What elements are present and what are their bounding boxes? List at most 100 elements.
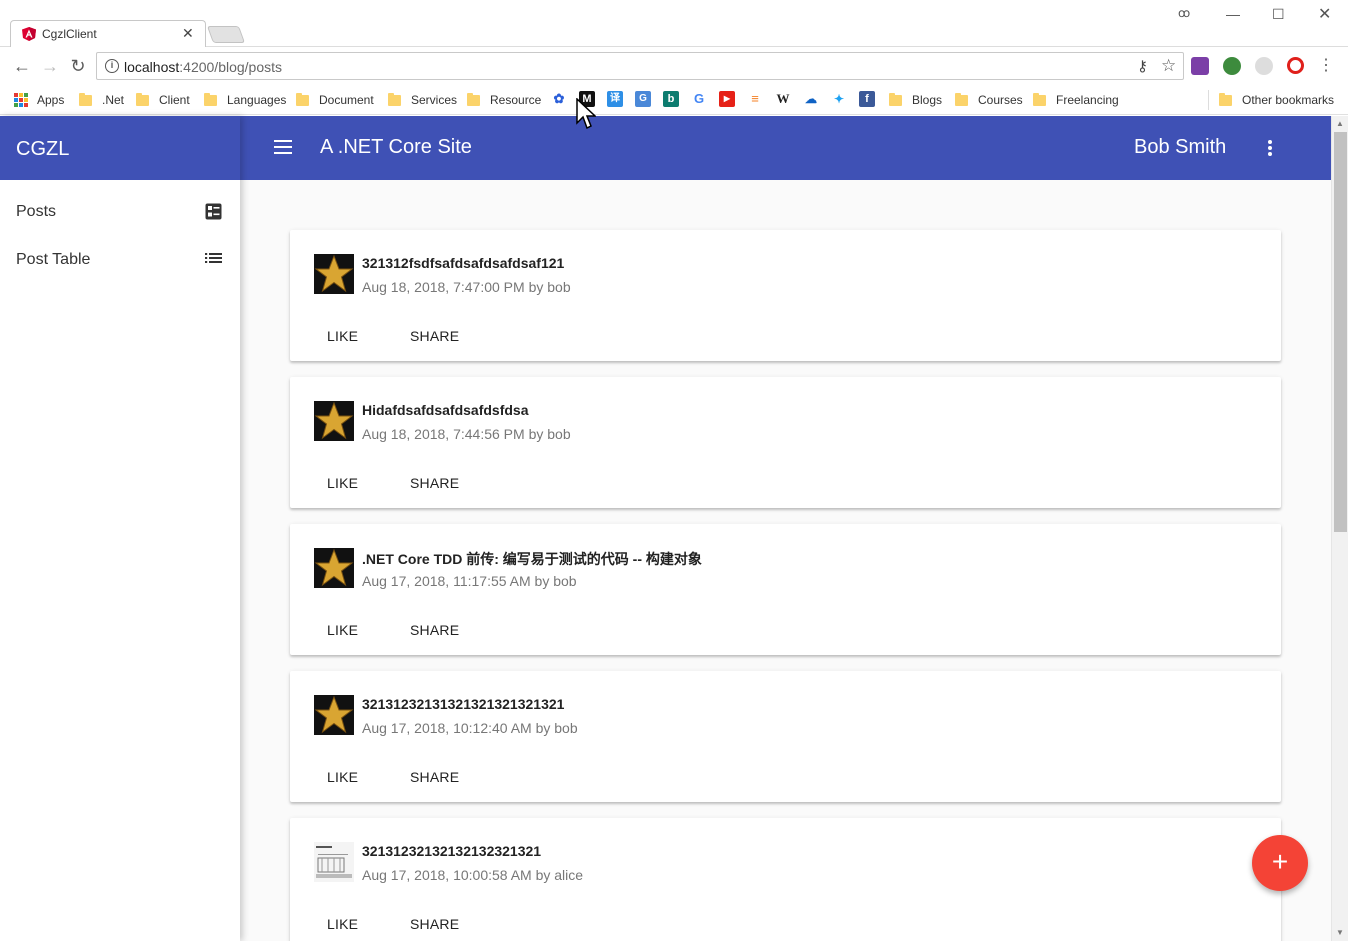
- like-button[interactable]: LIKE: [327, 328, 358, 344]
- browser-tabstrip: CgzlClient ✕ ꝏ — ☐ ✕: [0, 0, 1348, 48]
- post-card: Hidafdsafdsafdsafdsfdsa Aug 18, 2018, 7:…: [290, 377, 1281, 508]
- post-title[interactable]: 321312fsdfsafdsafdsafdsaf121: [362, 255, 564, 271]
- onenote-icon[interactable]: [1191, 57, 1209, 75]
- star-avatar-icon: [314, 254, 354, 294]
- star-avatar-icon: [314, 695, 354, 735]
- bookmark-folder-courses[interactable]: Courses: [955, 90, 1023, 110]
- twitter-icon[interactable]: ✦: [831, 91, 847, 107]
- maximize-icon[interactable]: ☐: [1272, 6, 1285, 23]
- scroll-down-icon[interactable]: ▼: [1336, 928, 1344, 937]
- star-avatar-icon: [314, 548, 354, 588]
- share-button[interactable]: SHARE: [410, 769, 459, 785]
- window-close-icon[interactable]: ✕: [1318, 4, 1331, 24]
- opera-icon[interactable]: [1287, 57, 1304, 74]
- scroll-up-icon[interactable]: ▲: [1336, 119, 1344, 128]
- baidu-paw-icon[interactable]: ✿: [551, 91, 567, 107]
- add-post-fab-button[interactable]: +: [1252, 835, 1308, 891]
- post-meta: Aug 17, 2018, 10:12:40 AM by bob: [362, 720, 578, 736]
- tab-close-icon[interactable]: ✕: [182, 25, 194, 42]
- google-translate-icon[interactable]: G: [635, 91, 651, 107]
- folder-icon: [889, 92, 902, 106]
- bookmark-folder-net[interactable]: .Net: [79, 90, 124, 110]
- post-card: .NET Core TDD 前传: 编写易于测试的代码 -- 构建对象 Aug …: [290, 524, 1281, 655]
- folder-icon: [467, 92, 480, 106]
- folder-icon: [955, 92, 968, 106]
- sidebar-item-posts[interactable]: Posts: [0, 188, 240, 236]
- bookmark-star-icon[interactable]: ☆: [1161, 56, 1176, 76]
- tab-title: CgzlClient: [42, 27, 97, 41]
- extension-gray-icon[interactable]: [1255, 57, 1273, 75]
- folder-icon: [1033, 92, 1046, 106]
- bookmark-folder-resource[interactable]: Resource: [467, 90, 541, 110]
- bookmark-folder-services[interactable]: Services: [388, 90, 457, 110]
- bookmark-folder-blogs[interactable]: Blogs: [889, 90, 942, 110]
- dashboard-list-icon: [205, 203, 222, 220]
- minimize-icon[interactable]: —: [1226, 6, 1240, 22]
- more-vert-icon[interactable]: [1268, 140, 1274, 158]
- folder-icon: [388, 92, 401, 106]
- bookmark-folder-freelancing[interactable]: Freelancing: [1033, 90, 1119, 110]
- hamburger-menu-icon[interactable]: [274, 140, 292, 154]
- post-meta: Aug 18, 2018, 7:44:56 PM by bob: [362, 426, 571, 442]
- profile-icon[interactable]: ꝏ: [1178, 6, 1190, 20]
- share-button[interactable]: SHARE: [410, 916, 459, 932]
- password-key-icon[interactable]: ⚷: [1137, 57, 1148, 75]
- bookmark-folder-other[interactable]: Other bookmarks: [1208, 90, 1334, 110]
- user-name[interactable]: Bob Smith: [1134, 136, 1226, 159]
- top-app-bar: A .NET Core Site Bob Smith: [240, 116, 1331, 180]
- like-button[interactable]: LIKE: [327, 769, 358, 785]
- bookmark-apps[interactable]: Apps: [14, 90, 64, 110]
- sidenav: CGZL Posts Post Table: [0, 116, 240, 941]
- folder-icon: [204, 92, 217, 106]
- reload-icon[interactable]: ↻: [68, 56, 88, 76]
- like-button[interactable]: LIKE: [327, 622, 358, 638]
- site-title: A .NET Core Site: [320, 136, 472, 158]
- browser-tab-content: CgzlClient: [22, 22, 97, 46]
- page-scrollbar[interactable]: ▲ ▼: [1331, 116, 1348, 941]
- bing-icon[interactable]: b: [663, 91, 679, 107]
- brand-title: CGZL: [0, 116, 240, 180]
- back-icon[interactable]: ←: [12, 56, 32, 76]
- bookmark-folder-document[interactable]: Document: [296, 90, 374, 110]
- share-button[interactable]: SHARE: [410, 475, 459, 491]
- like-button[interactable]: LIKE: [327, 916, 358, 932]
- folder-icon: [79, 92, 92, 106]
- apps-grid-icon: [14, 93, 28, 107]
- site-info-icon[interactable]: i: [105, 59, 119, 73]
- google-icon[interactable]: G: [691, 91, 707, 107]
- post-meta: Aug 17, 2018, 11:17:55 AM by bob: [362, 573, 577, 589]
- post-card: 321312321313213213213213​21 Aug 17, 2018…: [290, 671, 1281, 802]
- post-title[interactable]: .NET Core TDD 前传: 编写易于测试的代码 -- 构建对象: [362, 549, 702, 569]
- sidebar-item-post-table[interactable]: Post Table: [0, 236, 240, 284]
- address-bar[interactable]: i localhost:4200/blog/posts ⚷ ☆: [96, 52, 1184, 80]
- youdao-translate-icon[interactable]: 译: [607, 91, 623, 107]
- app-root: CGZL Posts Post Table A .NET Core Site B…: [0, 116, 1331, 941]
- share-button[interactable]: SHARE: [410, 328, 459, 344]
- forward-icon[interactable]: →: [40, 56, 60, 76]
- share-button[interactable]: SHARE: [410, 622, 459, 638]
- bookmark-folder-languages[interactable]: Languages: [204, 90, 286, 110]
- post-title[interactable]: 32131232132132132321321: [362, 843, 541, 859]
- browser-toolbar: ← → ↻ i localhost:4200/blog/posts ⚷ ☆ ⋮: [0, 47, 1348, 85]
- posts-list: 321312fsdfsafdsafdsafdsaf121 Aug 18, 201…: [240, 180, 1331, 941]
- new-tab-button[interactable]: [206, 26, 246, 43]
- wikipedia-icon[interactable]: W: [775, 91, 791, 107]
- sketch-thumbnail-icon: [314, 842, 354, 882]
- chrome-menu-icon[interactable]: ⋮: [1316, 56, 1336, 76]
- post-card: 321312fsdfsafdsafdsafdsaf121 Aug 18, 201…: [290, 230, 1281, 361]
- address-url[interactable]: localhost:4200/blog/posts: [124, 59, 282, 75]
- post-title[interactable]: 321312321313213213213213​21: [362, 696, 564, 712]
- scroll-thumb[interactable]: [1334, 132, 1347, 532]
- post-meta: Aug 17, 2018, 10:00:58 AM by alice: [362, 867, 584, 883]
- bookmark-folder-client[interactable]: Client: [136, 90, 190, 110]
- folder-icon: [136, 92, 149, 106]
- star-avatar-icon: [314, 401, 354, 441]
- facebook-icon[interactable]: f: [859, 91, 875, 107]
- onedrive-icon[interactable]: ☁: [803, 91, 819, 107]
- mouse-cursor-icon: [576, 98, 596, 130]
- extension-globe-icon[interactable]: [1223, 57, 1241, 75]
- like-button[interactable]: LIKE: [327, 475, 358, 491]
- stackoverflow-icon[interactable]: ≡: [747, 91, 763, 107]
- post-title[interactable]: Hidafdsafdsafdsafdsfdsa: [362, 402, 528, 418]
- youtube-icon[interactable]: ▶: [719, 91, 735, 107]
